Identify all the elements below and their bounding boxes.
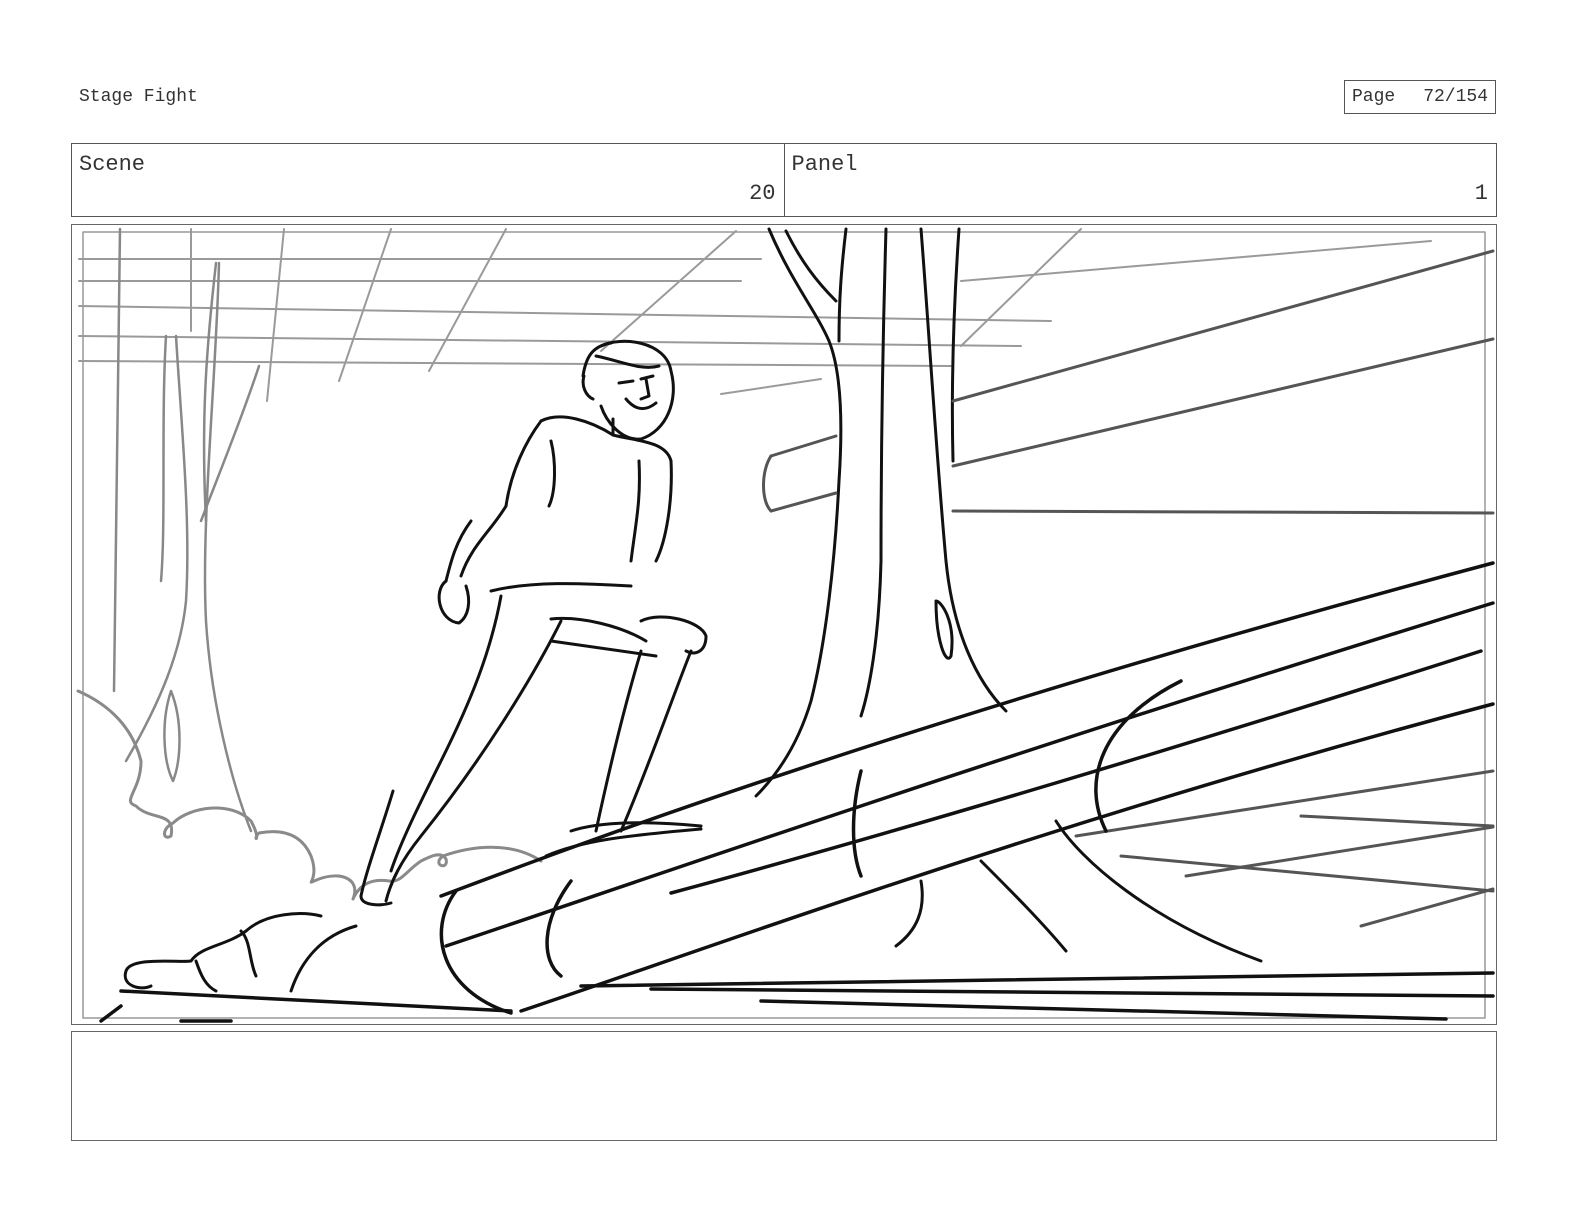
scene-number: 20 xyxy=(749,181,776,206)
page-indicator: Page 72/154 xyxy=(1344,80,1496,114)
panel-notes[interactable] xyxy=(71,1031,1497,1141)
storyboard-title: Stage Fight xyxy=(79,87,198,107)
storyboard-panel xyxy=(71,224,1497,1025)
scene-cell: Scene 20 xyxy=(72,144,784,216)
background-tree xyxy=(112,227,261,833)
foreground-tree xyxy=(754,227,1263,963)
page-label: Page xyxy=(1352,87,1396,107)
page-number: 72/154 xyxy=(1423,87,1488,107)
standing-character xyxy=(359,339,708,907)
fallen-figure xyxy=(123,912,358,993)
foreground-log xyxy=(99,561,1495,1023)
stage-boards xyxy=(762,249,1495,928)
scene-panel-header: Scene 20 Panel 1 xyxy=(71,143,1497,217)
panel-number: 1 xyxy=(1474,181,1488,206)
scene-label: Scene xyxy=(79,152,146,177)
background-grid-lines xyxy=(78,228,1432,402)
panel-label: Panel xyxy=(791,152,858,177)
panel-sketch xyxy=(76,227,1495,1023)
panel-cell: Panel 1 xyxy=(783,144,1497,216)
